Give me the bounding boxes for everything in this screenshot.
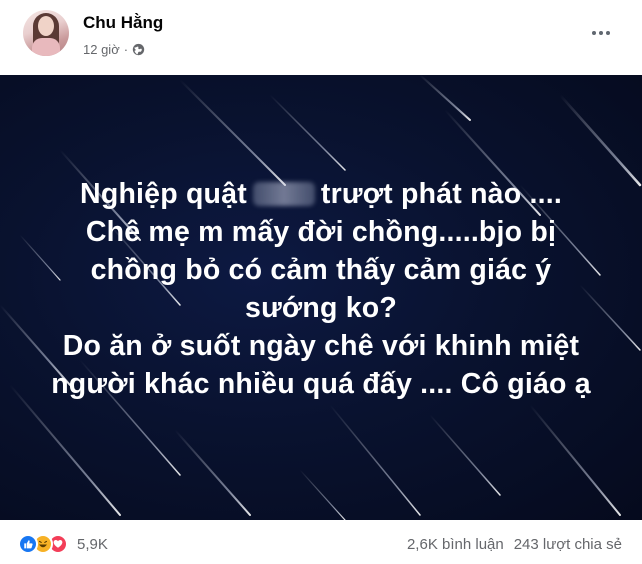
more-options-button[interactable] [583, 18, 619, 48]
post-image[interactable]: Nghiệp quật trượt phát nào .... Chê mẹ m … [0, 75, 642, 520]
more-horizontal-icon [592, 31, 596, 35]
caption-line-2: Chê mẹ m mấy đời chồng.....bjo bị [85, 216, 557, 248]
like-icon [18, 534, 38, 554]
comments-count-link[interactable]: 2,6K bình luận [407, 536, 504, 553]
reactions-summary[interactable]: 5,9K [18, 534, 108, 554]
caption-line-5: Do ăn ở suốt ngày chê với khinh miệt [62, 330, 580, 362]
post-header: Chu Hằng 12 giờ · [0, 0, 642, 75]
post-footer: 5,9K 2,6K bình luận 243 lượt chia sẻ [0, 520, 642, 564]
caption-line-6: người khác nhiều quá đấy .... Cô giáo ạ [51, 368, 591, 400]
image-caption-text: Nghiệp quật trượt phát nào .... Chê mẹ m … [0, 175, 642, 403]
engagement-stats: 2,6K bình luận 243 lượt chia sẻ [407, 536, 622, 553]
blurred-name [252, 182, 315, 206]
caption-line-4: sướng ko? [245, 292, 397, 324]
shares-count-link[interactable]: 243 lượt chia sẻ [514, 536, 622, 553]
caption-line-1: Nghiệp quật trượt phát nào .... [80, 178, 562, 210]
post-time[interactable]: 12 giờ [83, 42, 120, 57]
reaction-count: 5,9K [77, 535, 108, 553]
author-avatar[interactable] [23, 10, 69, 56]
caption-line-3: chồng bỏ có cảm thấy cảm giác ý [90, 254, 552, 286]
facebook-post: Chu Hằng 12 giờ · Nghiệp quật trượt phát… [0, 0, 642, 564]
post-meta: 12 giờ · [83, 40, 145, 58]
author-name[interactable]: Chu Hằng [83, 13, 163, 33]
meta-separator: · [123, 41, 129, 57]
globe-icon [132, 43, 145, 55]
